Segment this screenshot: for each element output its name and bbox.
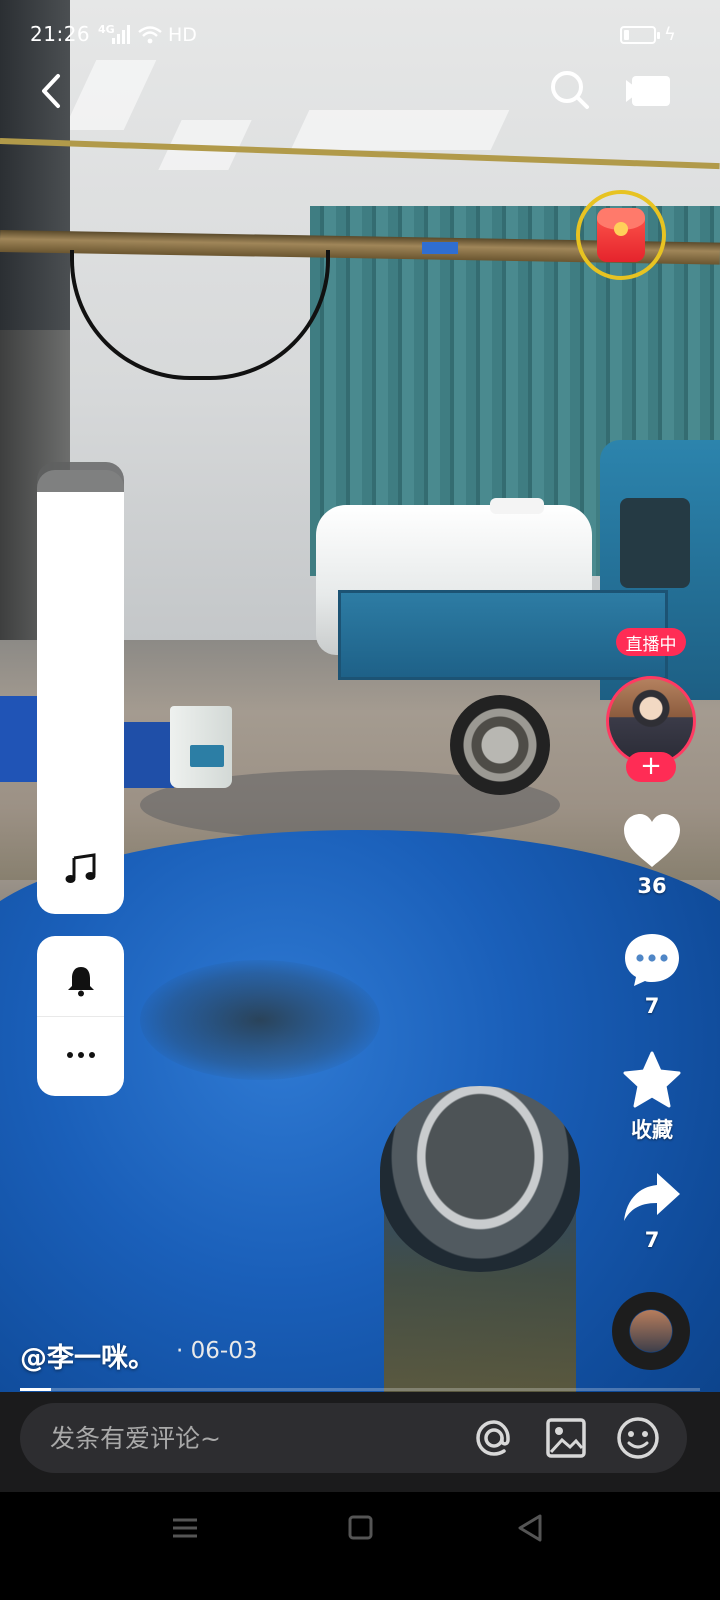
bucket-label	[190, 745, 224, 767]
camera-icon[interactable]	[624, 72, 678, 112]
like-count: 36	[637, 874, 667, 898]
sunlight-patch	[290, 110, 510, 150]
post-date: · 06-03	[176, 1338, 258, 1364]
like-button[interactable]: 36	[614, 812, 690, 898]
favorite-label: 收藏	[631, 1118, 673, 1142]
charging-icon: ϟ	[664, 24, 676, 45]
status-time: 21:26	[30, 22, 91, 46]
pipe-joint	[422, 242, 458, 254]
bell-icon	[67, 967, 94, 997]
live-badge[interactable]: 直播中	[616, 628, 686, 656]
crate	[0, 696, 40, 782]
menu-icon[interactable]	[155, 1508, 215, 1548]
more-dot	[88, 1052, 95, 1058]
nav-back-icon[interactable]	[500, 1508, 560, 1548]
more-button[interactable]	[37, 1020, 124, 1090]
music-button[interactable]	[37, 836, 124, 900]
jar-lid	[380, 1086, 580, 1272]
comment-button[interactable]: 7	[614, 930, 690, 1018]
follow-button[interactable]: +	[626, 752, 676, 782]
comment-count: 7	[644, 994, 660, 1018]
comment-input[interactable]	[50, 1420, 450, 1456]
share-arrow-icon	[624, 1173, 680, 1221]
video-progress[interactable]	[20, 1388, 700, 1391]
drum-debris	[140, 960, 380, 1080]
status-bar: 21:26 4G HD ϟ	[0, 0, 720, 72]
crate	[124, 722, 174, 788]
red-packet-icon[interactable]	[576, 190, 666, 280]
more-dot	[66, 1052, 73, 1058]
star-icon	[623, 1051, 681, 1108]
favorite-button[interactable]: 收藏	[614, 1050, 690, 1144]
more-dot	[77, 1052, 84, 1058]
truck-window	[620, 498, 690, 588]
back-arrow-icon[interactable]	[30, 66, 80, 116]
music-disc[interactable]	[612, 1292, 690, 1370]
share-button[interactable]: 7	[614, 1170, 690, 1252]
tank-cap	[490, 498, 544, 514]
signal-icon	[112, 24, 130, 44]
comment-bubble-icon	[625, 934, 679, 986]
heart-icon	[624, 814, 680, 867]
hd-indicator: HD	[168, 24, 197, 46]
side-panel-handle	[37, 462, 124, 492]
video-progress-fill	[20, 1388, 51, 1391]
panel-divider	[37, 1016, 124, 1017]
image-icon[interactable]	[542, 1414, 590, 1462]
at-icon[interactable]	[470, 1414, 518, 1462]
share-count: 7	[644, 1228, 660, 1252]
red-envelope-icon	[597, 208, 645, 262]
truck-wheel	[450, 695, 550, 795]
home-icon[interactable]	[330, 1508, 390, 1548]
disc-cover	[630, 1310, 672, 1352]
wifi-icon	[138, 26, 162, 44]
author-name[interactable]: @李一咪。	[20, 1336, 155, 1375]
music-note-icon	[65, 853, 95, 883]
bell-button[interactable]	[37, 946, 124, 1016]
emoji-icon[interactable]	[614, 1414, 662, 1462]
search-icon[interactable]	[546, 66, 594, 114]
battery-icon	[620, 26, 660, 44]
